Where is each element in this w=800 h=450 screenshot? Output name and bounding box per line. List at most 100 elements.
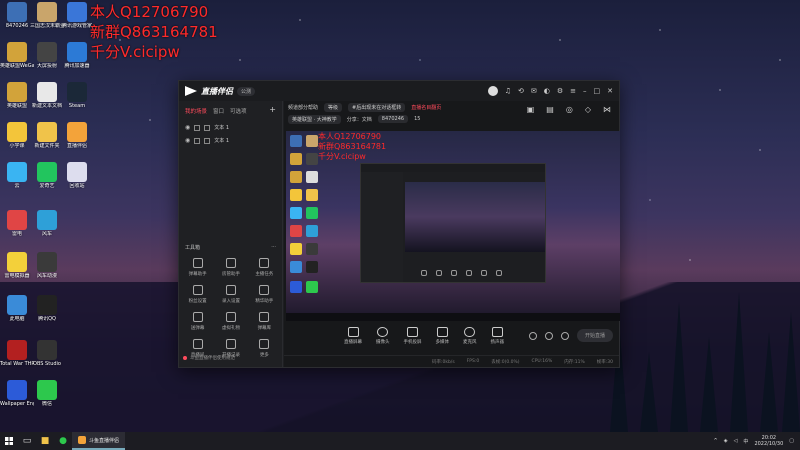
desktop-icon[interactable]: 新建文本文档 — [30, 82, 64, 109]
desktop-icon[interactable]: 雷电 — [0, 210, 34, 237]
tool-button[interactable]: 弹幕助手 — [181, 258, 214, 277]
toolbox-more-button[interactable]: ··· — [271, 244, 276, 251]
desktop-icon[interactable]: 爱奇艺 — [30, 162, 64, 189]
desktop-icon[interactable]: 新建文件夹 — [30, 122, 64, 149]
desktop-icon[interactable]: 腾讯游戏管家 — [60, 2, 94, 29]
task-view-icon[interactable]: ▭ — [18, 432, 36, 450]
volume-icon[interactable]: ◁ — [734, 438, 738, 444]
tool-button[interactable]: 房管助手 — [214, 258, 247, 277]
app-icon — [7, 380, 27, 400]
lock-icon[interactable] — [194, 137, 201, 144]
title-bar[interactable]: 直播伴侣 公测 ♫ ⟲ ✉ ◐ ⚙ ≡ – □ ✕ — [179, 81, 619, 101]
maximize-button[interactable]: □ — [594, 87, 601, 95]
usage-notice[interactable]: 斗鱼直播伴侣使用规范 — [183, 355, 235, 361]
app-logo-icon — [185, 86, 197, 96]
folder-icon[interactable]: ■ — [36, 432, 54, 450]
tray-arrow-icon[interactable]: ^ — [714, 438, 718, 444]
phone-cast-button[interactable]: 手机投屏 — [404, 327, 422, 345]
source-controls: 直播屏幕 摄像头 手机投屏 多媒体 麦克风 扬声器 — [344, 327, 504, 345]
notice-text: 斗鱼直播伴侣使用规范 — [190, 356, 235, 361]
tool-button[interactable]: 精华助手 — [248, 285, 281, 304]
app-icon — [7, 122, 27, 142]
desktop-icon[interactable]: 英雄联盟WeGame版 — [0, 42, 34, 69]
desktop-icon[interactable]: 小学课 — [0, 122, 34, 149]
gear-icon[interactable] — [560, 331, 569, 340]
tool-button[interactable]: 虚拟礼物 — [214, 312, 247, 331]
tool-button[interactable]: 粉丝设置 — [181, 285, 214, 304]
avatar[interactable] — [487, 86, 498, 96]
record-icon[interactable] — [528, 331, 537, 340]
network-icon[interactable]: ◈ — [724, 438, 728, 444]
share-icon[interactable]: ⋈ — [603, 105, 611, 114]
eye-icon[interactable]: ◉ — [185, 137, 190, 144]
desktop-icon[interactable]: Wallpaper Engine:... — [0, 380, 34, 407]
desktop-icon[interactable]: 风车动漫 — [30, 252, 64, 279]
start-button[interactable] — [0, 432, 18, 450]
desktop-icon[interactable]: 云 — [0, 162, 34, 189]
desktop-icon[interactable]: 雷电模拟器 — [0, 252, 34, 279]
desktop-icon[interactable]: 风车 — [30, 210, 64, 237]
menu-icon[interactable]: ≡ — [570, 87, 576, 95]
media-button[interactable]: 多媒体 — [436, 327, 449, 345]
room-info-item[interactable]: #后出现未在对话框转 — [348, 102, 406, 112]
lock-icon[interactable] — [194, 124, 201, 131]
eye-icon[interactable] — [544, 331, 553, 340]
headset-icon[interactable]: ♫ — [505, 87, 511, 95]
wechat-icon[interactable]: ● — [54, 432, 72, 450]
desktop-icon[interactable]: Steam — [60, 82, 94, 109]
mail-icon[interactable]: ✉ — [531, 87, 537, 95]
camera-icon — [377, 327, 389, 337]
eye-icon[interactable]: ◉ — [185, 124, 190, 131]
desktop-icon[interactable]: 微信 — [30, 380, 64, 407]
tab-window[interactable]: 窗口 — [213, 107, 224, 115]
stream-preview[interactable]: 本人Q12706790 新群Q863164781 千分V.cicipw — [286, 131, 620, 321]
desktop-icon[interactable]: 此电脑 — [0, 295, 34, 322]
desktop-icon-label: 英雄联盟 — [6, 103, 27, 109]
notification-icon[interactable]: ▢ — [789, 438, 794, 444]
close-button[interactable]: ✕ — [607, 87, 613, 95]
user-icon[interactable]: ◎ — [566, 105, 573, 114]
add-scene-button[interactable]: + — [269, 106, 276, 115]
bell-icon[interactable]: ◇ — [585, 105, 591, 114]
desktop-icon[interactable]: 大屏投射 — [30, 42, 64, 69]
language-indicator[interactable]: 中 — [743, 438, 748, 445]
desktop-icon[interactable]: 直播伴侣 — [60, 122, 94, 149]
tool-button[interactable]: 送弹幕 — [181, 312, 214, 331]
settings-icon[interactable]: ⚙ — [557, 87, 563, 95]
tab-my-scenes[interactable]: 我的场景 — [185, 107, 207, 115]
clock[interactable]: 20:02 2022/10/30 — [754, 435, 783, 447]
tool-label: 送弹幕 — [190, 326, 205, 331]
desktop-icon-label: 回收站 — [69, 183, 85, 189]
desktop-icon[interactable]: 腾讯加速器 — [60, 42, 94, 69]
desktop-icon[interactable]: OBS Studio — [30, 340, 64, 367]
desktop-icon[interactable]: 腾讯QQ — [30, 295, 64, 322]
category-label[interactable]: 英雄联盟 · 大神教学 — [288, 114, 341, 124]
scene-item[interactable]: ◉ 文本 1 — [179, 121, 282, 134]
camera-button[interactable]: 摄像头 — [376, 327, 390, 345]
tab-options[interactable]: 可选项 — [230, 107, 247, 115]
minimize-button[interactable]: – — [583, 87, 587, 95]
screen-capture-button[interactable]: 直播屏幕 — [344, 327, 362, 345]
skin-icon[interactable]: ◐ — [544, 87, 550, 95]
taskbar-app-live-companion[interactable]: 斗鱼直播伴侣 — [72, 432, 126, 450]
room-info-item[interactable]: 直播名目翻页 — [411, 104, 441, 111]
speaker-button[interactable]: 扬声器 — [491, 327, 504, 345]
tool-button[interactable]: 更多 — [248, 339, 281, 358]
room-info-item[interactable]: 频道部分帮助 — [288, 104, 318, 111]
desktop-icon[interactable]: 三国志汉末霸业 — [30, 2, 64, 29]
gift-icon[interactable]: ▣ — [527, 105, 535, 114]
desktop-icon[interactable]: 8470246 — [0, 2, 34, 29]
tool-button[interactable]: 录入设置 — [214, 285, 247, 304]
share-icon[interactable]: ⟲ — [518, 87, 524, 95]
room-info-item[interactable]: 等级 — [324, 102, 343, 112]
desktop-icon[interactable]: 回收站 — [60, 162, 94, 189]
start-live-button[interactable]: 开始直播 — [576, 329, 613, 342]
desktop-icon[interactable]: Total War THREE KI... — [0, 340, 34, 367]
tool-button[interactable]: 弹幕库 — [248, 312, 281, 331]
desktop-icon[interactable]: 英雄联盟 — [0, 82, 34, 109]
microphone-button[interactable]: 麦克风 — [463, 327, 477, 345]
chat-icon[interactable]: ▤ — [546, 105, 554, 114]
scene-sidebar: 我的场景 窗口 可选项 + ◉ 文本 1 ◉ 文本 1 工具箱 ··· 弹幕助手… — [179, 101, 283, 367]
scene-item[interactable]: ◉ 文本 1 — [179, 134, 282, 147]
tool-button[interactable]: 主播任务 — [248, 258, 281, 277]
